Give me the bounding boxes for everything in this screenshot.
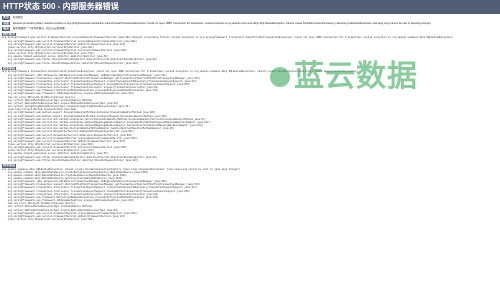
page-title: HTTP状态 500 - 内部服务器错误 <box>3 2 119 11</box>
stack-trace-root-cause-1: org.springframework.transaction.CannotCr… <box>2 70 498 162</box>
message-value: Request processing failed; nested except… <box>12 21 431 25</box>
stack-trace-line: org.springframework.web.filter.OncePerRe… <box>2 158 139 162</box>
stack-trace-line: org.springframework.web.filter.OncePerRe… <box>2 61 139 65</box>
error-header-bar: HTTP状态 500 - 内部服务器错误 <box>0 0 500 14</box>
watermark: 蓝云数据 <box>270 62 418 92</box>
watermark-text: 蓝云数据 <box>294 59 418 94</box>
message-label: 消息 <box>2 21 11 26</box>
type-row: 类型 异常报告 <box>2 16 498 20</box>
watermark-logo-icon <box>270 67 290 87</box>
type-value: 异常报告 <box>12 16 24 19</box>
error-content: 类型 异常报告 消息 Request processing failed; ne… <box>2 16 498 221</box>
stack-trace-line: javax.servlet.http.HttpServlet.service(H… <box>2 218 94 221</box>
stack-trace-exception: org.springframework.web.servlet.Framewor… <box>2 36 498 64</box>
description-value: 服务器遇到一个意外的情况，阻止它完成请求。 <box>12 27 68 31</box>
message-row: 消息 Request processing failed; nested exc… <box>2 21 498 26</box>
root-cause-label: 根本原因 <box>2 163 17 168</box>
description-row: 描述 服务器遇到一个意外的情况，阻止它完成请求。 <box>2 27 498 31</box>
description-label: 描述 <box>2 27 11 31</box>
type-label: 类型 <box>2 16 11 20</box>
stack-trace-root-cause-2: org.apache.commons.dbcp.SQLNestedExcepti… <box>2 168 498 222</box>
